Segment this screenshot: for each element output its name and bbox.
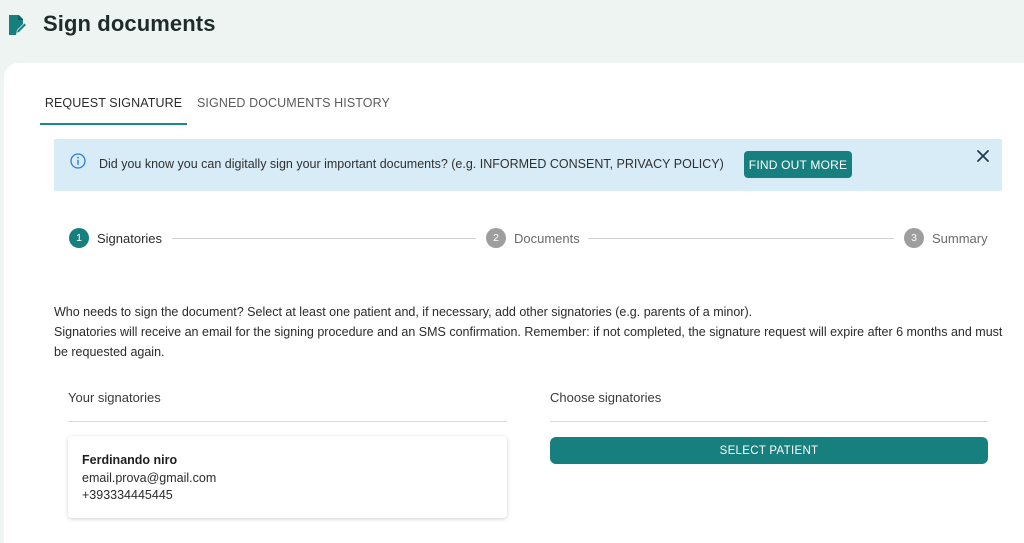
divider [550, 421, 988, 422]
tab-signed-documents-history[interactable]: SIGNED DOCUMENTS HISTORY [197, 96, 390, 110]
signatory-phone: +393334445445 [82, 488, 173, 502]
info-banner: Did you know you can digitally sign your… [54, 139, 1002, 191]
instructions-line-2: Signatories will receive an email for th… [54, 325, 1003, 359]
document-sign-icon [9, 15, 26, 35]
step-1-label: Signatories [97, 231, 163, 246]
signatory-name: Ferdinando niro [82, 453, 178, 467]
page-header: Sign documents [0, 0, 1024, 64]
step-3-circle: 3 [904, 228, 924, 248]
info-icon [70, 153, 86, 169]
instructions-line-1: Who needs to sign the document? Select a… [54, 305, 753, 319]
banner-text: Did you know you can digitally sign your… [99, 157, 724, 171]
step-connector [588, 238, 894, 239]
instructions-text: Who needs to sign the document? Select a… [54, 302, 1014, 362]
step-2-label: Documents [514, 231, 580, 246]
find-out-more-button[interactable]: FIND OUT MORE [744, 151, 852, 178]
your-signatories-title: Your signatories [68, 390, 161, 405]
step-2-circle: 2 [486, 228, 506, 248]
page-title: Sign documents [43, 11, 216, 36]
choose-signatories-title: Choose signatories [550, 390, 662, 405]
tab-request-signature[interactable]: REQUEST SIGNATURE [40, 96, 187, 125]
signatory-card: Ferdinando niro email.prova@gmail.com +3… [68, 436, 507, 518]
divider [68, 421, 507, 422]
close-icon[interactable] [976, 149, 990, 163]
step-connector [172, 238, 476, 239]
select-patient-button[interactable]: SELECT PATIENT [550, 437, 988, 464]
step-1-circle: 1 [69, 228, 89, 248]
signatory-email: email.prova@gmail.com [82, 471, 217, 485]
step-3-label: Summary [932, 231, 988, 246]
